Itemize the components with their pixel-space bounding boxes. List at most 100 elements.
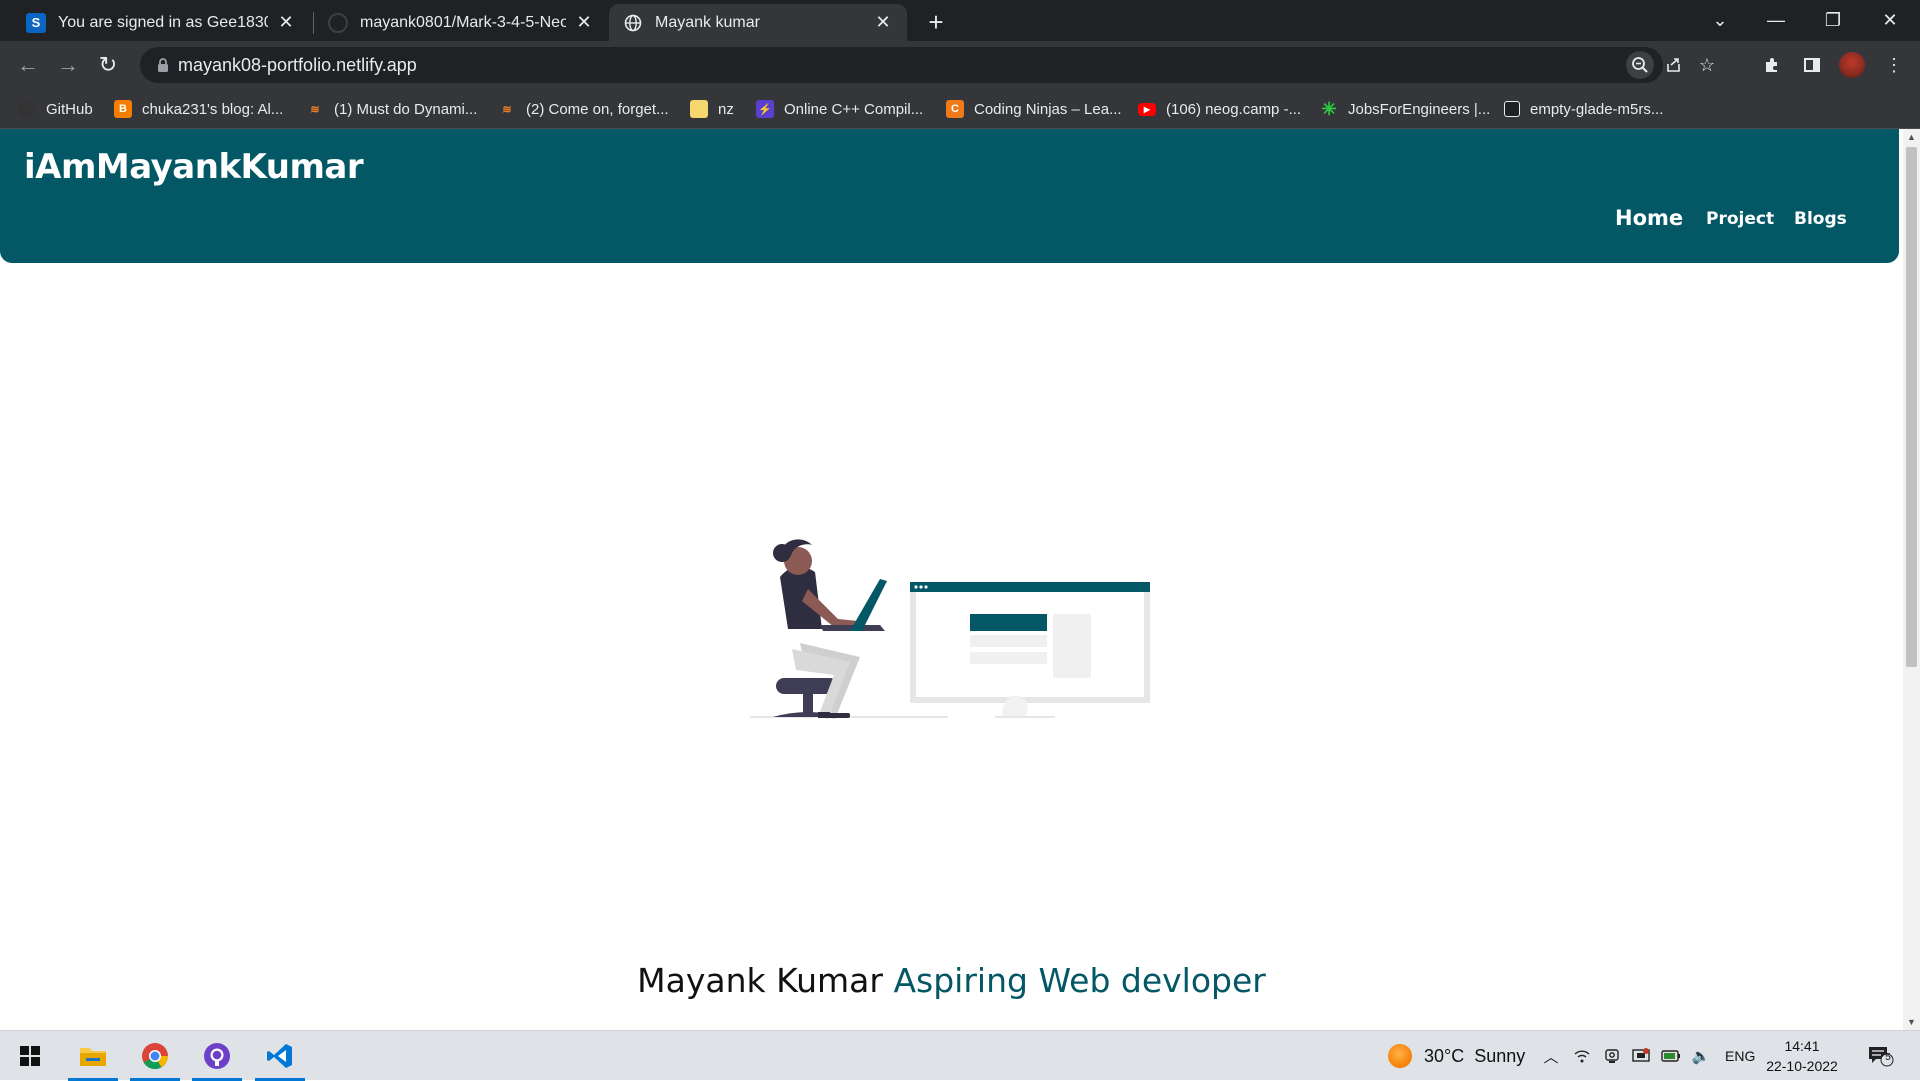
site-header: iAmMayankKumar Home Project Blogs — [0, 129, 1899, 263]
illustration-laptop-screen — [850, 579, 887, 631]
zoom-icon[interactable] — [1626, 51, 1654, 79]
bookmark-label: empty-glade-m5rs... — [1530, 100, 1664, 118]
tab-signed-in[interactable]: S You are signed in as Gee1830442 ✕ — [12, 4, 310, 41]
sun-icon — [1388, 1044, 1412, 1068]
bookmark-label: Online C++ Compil... — [784, 100, 924, 118]
bookmark-label: (2) Come on, forget... — [526, 100, 669, 118]
youtube-icon: ▶ — [1138, 102, 1156, 116]
bookmark-label: (106) neog.camp -... — [1166, 100, 1302, 118]
nav-blogs[interactable]: Blogs — [1794, 209, 1847, 229]
bolt-icon: ⚡ — [756, 100, 774, 118]
page-icon — [1504, 101, 1520, 117]
blogger-icon: B — [114, 100, 132, 118]
webcam-icon[interactable] — [1601, 1046, 1623, 1066]
clock-date: 22-10-2022 — [1766, 1058, 1838, 1074]
scrollbar-thumb[interactable] — [1906, 147, 1917, 667]
bookmark-cpp-compiler[interactable]: ⚡ Online C++ Compil... — [756, 98, 923, 120]
tab-search-icon[interactable]: ⌄ — [1692, 0, 1748, 41]
bookmark-label: (1) Must do Dynami... — [334, 100, 478, 118]
bookmark-folder-nz[interactable]: nz — [690, 98, 734, 120]
show-hidden-icons-icon[interactable]: ︿ — [1540, 1046, 1562, 1066]
github-icon — [18, 100, 36, 118]
site-brand[interactable]: iAmMayankKumar — [24, 147, 364, 187]
bookmark-come-on[interactable]: ≋ (2) Come on, forget... — [498, 98, 669, 120]
illustration-window-titlebar — [910, 582, 1150, 592]
clock[interactable]: 14:41 22-10-2022 — [1766, 1036, 1838, 1076]
tab-title: You are signed in as Gee1830442 — [58, 13, 268, 31]
github-desktop-icon[interactable] — [192, 1031, 242, 1081]
bookmark-label: JobsForEngineers |... — [1348, 100, 1491, 118]
bookmark-github[interactable]: GitHub — [18, 98, 93, 120]
hero-tagline: Aspiring Web devloper — [893, 961, 1266, 1000]
s-logo-icon: S — [26, 12, 46, 33]
lock-icon — [158, 58, 168, 72]
weather-condition: Sunny — [1474, 1045, 1526, 1066]
stackexchange-icon: ≋ — [310, 103, 320, 116]
vscode-icon[interactable] — [255, 1031, 305, 1081]
bookmark-coding-ninjas[interactable]: C Coding Ninjas – Lea... — [946, 98, 1122, 120]
folder-icon — [690, 100, 708, 118]
address-bar[interactable]: mayank08-portfolio.netlify.app ☆ — [140, 47, 1715, 83]
display-icon[interactable] — [1630, 1046, 1652, 1066]
codingninjas-icon: C — [946, 100, 964, 118]
close-tab-icon[interactable]: ✕ — [873, 12, 893, 33]
clock-time: 14:41 — [1784, 1038, 1820, 1054]
bookmark-blog[interactable]: B chuka231's blog: Al... — [114, 98, 283, 120]
illustration-heading-block — [970, 614, 1047, 631]
hero-illustration — [750, 539, 1150, 719]
close-tab-icon[interactable]: ✕ — [276, 12, 296, 33]
tab-github-repo[interactable]: mayank0801/Mark-3-4-5-Neogc ✕ — [314, 4, 608, 41]
network-icon[interactable] — [1571, 1046, 1593, 1066]
tab-mayank-kumar[interactable]: Mayank kumar ✕ — [609, 4, 907, 41]
new-tab-button[interactable]: + — [922, 7, 950, 37]
close-tab-icon[interactable]: ✕ — [574, 12, 594, 33]
language-indicator[interactable]: ENG — [1725, 1031, 1755, 1081]
volume-icon[interactable]: 🔈 — [1690, 1046, 1712, 1066]
file-explorer-icon[interactable] — [68, 1031, 118, 1081]
bookmark-dynamic[interactable]: ≋ (1) Must do Dynami... — [306, 98, 477, 120]
browser-menu-icon[interactable]: ⋮ — [1880, 51, 1908, 79]
bookmark-label: chuka231's blog: Al... — [142, 100, 284, 118]
forward-button[interactable]: → — [52, 49, 84, 81]
scroll-down-icon[interactable]: ▼ — [1903, 1014, 1920, 1030]
page-scrollbar[interactable]: ▲ ▼ — [1903, 129, 1920, 1030]
nav-home[interactable]: Home — [1615, 206, 1683, 230]
reload-button[interactable]: ↻ — [92, 49, 124, 81]
bookmark-empty-glade[interactable]: empty-glade-m5rs... — [1504, 98, 1663, 120]
url-text: mayank08-portfolio.netlify.app — [178, 55, 417, 75]
bookmark-label: Coding Ninjas – Lea... — [974, 100, 1122, 118]
extensions-icon[interactable] — [1758, 51, 1786, 79]
profile-avatar[interactable] — [1839, 52, 1865, 78]
hero-heading: Mayank Kumar Aspiring Web devloper — [0, 961, 1903, 1000]
battery-icon[interactable] — [1660, 1046, 1682, 1066]
notification-center-icon[interactable]: 5 — [1866, 1046, 1896, 1067]
side-panel-icon[interactable] — [1798, 51, 1826, 79]
minimize-button[interactable]: — — [1748, 0, 1804, 41]
hero-name: Mayank Kumar — [637, 961, 883, 1000]
start-icon[interactable] — [5, 1031, 55, 1081]
restore-button[interactable]: ❐ — [1805, 0, 1861, 41]
weather-temp: 30°C — [1424, 1045, 1465, 1066]
tab-title: mayank0801/Mark-3-4-5-Neogc — [360, 13, 566, 31]
bookmark-label: GitHub — [46, 100, 93, 118]
scroll-up-icon[interactable]: ▲ — [1903, 129, 1920, 145]
chrome-icon[interactable] — [130, 1031, 180, 1081]
close-window-button[interactable]: ✕ — [1862, 0, 1918, 41]
nav-project[interactable]: Project — [1706, 209, 1774, 229]
asterisk-icon: ✳ — [1321, 98, 1337, 119]
bookmark-label: nz — [718, 100, 734, 118]
globe-icon — [623, 13, 643, 33]
bookmark-jobs[interactable]: ✳ JobsForEngineers |... — [1320, 98, 1490, 120]
share-icon[interactable] — [1660, 51, 1688, 79]
browser-tab-strip: S You are signed in as Gee1830442 ✕ maya… — [0, 0, 1920, 41]
notification-count: 5 — [1885, 1052, 1891, 1063]
windows-taskbar: 30°C Sunny ︿ 🔈 ENG 14:41 22-10-2022 5 — [0, 1030, 1920, 1081]
back-button[interactable]: ← — [12, 49, 44, 81]
tab-title: Mayank kumar — [655, 13, 760, 31]
stackexchange-icon: ≋ — [502, 103, 512, 116]
bookmark-neog[interactable]: ▶ (106) neog.camp -... — [1138, 98, 1301, 120]
github-icon — [328, 12, 348, 33]
bookmark-star-icon[interactable]: ☆ — [1693, 51, 1721, 79]
browser-toolbar: ← → ↻ mayank08-portfolio.netlify.app ☆ ⋮ — [0, 41, 1920, 89]
weather-widget[interactable]: 30°C Sunny — [1388, 1031, 1525, 1081]
